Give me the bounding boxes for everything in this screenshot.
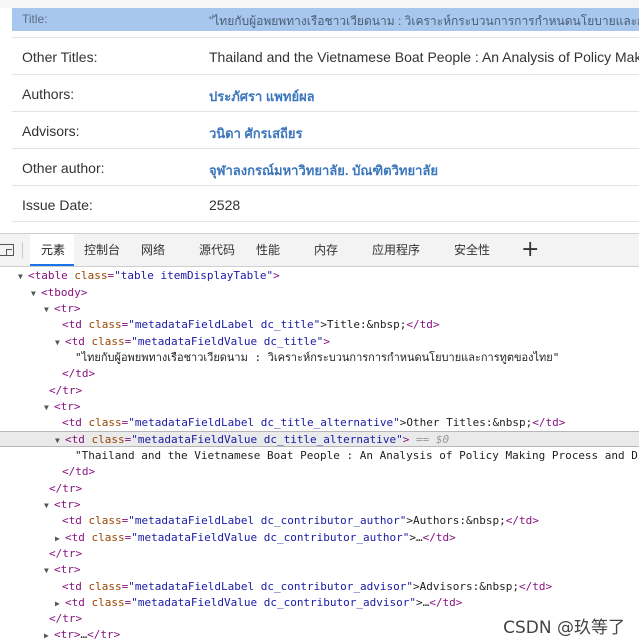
- tab-memory[interactable]: 内存: [314, 234, 338, 266]
- field-label: Authors:: [22, 86, 75, 102]
- field-label: Advisors:: [22, 123, 80, 139]
- metadata-row-issue-date: Issue Date: 2528: [12, 185, 639, 222]
- dom-text-node[interactable]: "Thailand and the Vietnamese Boat People…: [0, 448, 639, 464]
- expand-arrow-icon[interactable]: ▼: [44, 498, 54, 513]
- dom-node-table[interactable]: ▼ <table class="table itemDisplayTable">: [0, 268, 639, 284]
- tab-network[interactable]: 网络: [141, 234, 165, 266]
- expand-arrow-icon[interactable]: ▼: [55, 433, 65, 446]
- other-author-link[interactable]: จุฬาลงกรณ์มหาวิทยาลัย. บัณฑิตวิทยาลัย: [209, 160, 438, 181]
- dom-node-td-label[interactable]: <td class="metadataFieldLabel dc_title">…: [0, 317, 639, 333]
- metadata-row-advisors: Advisors: วนิดา ศักรเสถียร: [12, 111, 639, 148]
- dom-node-td-label[interactable]: <td class="metadataFieldLabel dc_title_a…: [0, 415, 639, 431]
- dom-close-tr: </tr>: [49, 482, 83, 495]
- dom-close-tr: </tr>: [49, 384, 83, 397]
- item-metadata-table: Title: "ไทยกับผู้อพยพทางเรือชาวเวียดนาม …: [0, 0, 639, 233]
- device-toggle-icon[interactable]: [0, 244, 14, 256]
- dom-node-tr[interactable]: ▼ <tr>: [0, 399, 639, 415]
- expand-arrow-icon[interactable]: ▼: [44, 302, 54, 317]
- dom-node-tr[interactable]: ▼ <tr>: [0, 497, 639, 513]
- metadata-row-authors: Authors: ประภัศรา แพทย์ผล: [12, 74, 639, 111]
- tab-application[interactable]: 应用程序: [372, 234, 420, 266]
- field-label: Title:: [22, 12, 48, 26]
- dom-node-td-label[interactable]: <td class="metadataFieldLabel dc_contrib…: [0, 513, 639, 529]
- dom-text-node[interactable]: "ไทยกับผู้อพยพทางเรือชาวเวียดนาม : วิเคร…: [0, 350, 639, 366]
- tab-console[interactable]: 控制台: [84, 234, 120, 266]
- page-top-strip: [0, 0, 639, 8]
- dom-close-td: </td>: [62, 367, 96, 380]
- dom-node-td-value-collapsed[interactable]: ▶ <td class="metadataFieldValue dc_contri…: [0, 595, 639, 611]
- dom-close-td: </td>: [62, 465, 96, 478]
- advisor-link[interactable]: วนิดา ศักรเสถียร: [209, 123, 303, 144]
- dom-node-tr[interactable]: ▼ <tr>: [0, 562, 639, 578]
- add-tab-button[interactable]: +: [521, 236, 539, 264]
- collapse-arrow-icon[interactable]: ▶: [55, 531, 65, 546]
- expand-arrow-icon[interactable]: ▼: [18, 269, 28, 284]
- field-label: Other Titles:: [22, 49, 98, 65]
- collapse-arrow-icon[interactable]: ▶: [55, 596, 65, 611]
- toolbar-divider: [22, 242, 23, 258]
- tab-security[interactable]: 安全性: [454, 234, 490, 266]
- dom-node-tbody[interactable]: ▼ <tbody>: [0, 285, 639, 301]
- field-value: Thailand and the Vietnamese Boat People …: [209, 49, 639, 65]
- elements-dom-tree: ▼ <table class="table itemDisplayTable"> …: [0, 268, 639, 642]
- metadata-row-other-titles: Other Titles: Thailand and the Vietnames…: [12, 37, 639, 74]
- field-label: Issue Date:: [22, 197, 93, 213]
- field-label: Other author:: [22, 160, 105, 176]
- devtools-toolbar: 元素 控制台 网络 源代码 性能 内存 应用程序 安全性 +: [0, 233, 639, 267]
- dom-node-td-value[interactable]: ▼ <td class="metadataFieldValue dc_title"…: [0, 334, 639, 350]
- dom-node-tr[interactable]: ▼ <tr>: [0, 301, 639, 317]
- metadata-row-other-author: Other author: จุฬาลงกรณ์มหาวิทยาลัย. บัณ…: [12, 148, 639, 185]
- dom-node-td-value-collapsed[interactable]: ▶ <td class="metadataFieldValue dc_contri…: [0, 530, 639, 546]
- field-value: "ไทยกับผู้อพยพทางเรือชาวเวียดนาม : วิเคร…: [209, 14, 639, 28]
- expand-arrow-icon[interactable]: ▼: [44, 400, 54, 415]
- collapse-arrow-icon[interactable]: ▶: [44, 628, 54, 642]
- expand-arrow-icon[interactable]: ▼: [31, 286, 41, 301]
- dom-node-td-value-selected[interactable]: ▼ <td class="metadataFieldValue dc_title_…: [0, 431, 639, 447]
- field-value: 2528: [209, 197, 241, 213]
- expand-arrow-icon[interactable]: ▼: [44, 563, 54, 578]
- author-link[interactable]: ประภัศรา แพทย์ผล: [209, 86, 315, 107]
- dom-close-tr: </tr>: [49, 547, 83, 560]
- tab-elements[interactable]: 元素: [30, 234, 74, 266]
- expand-arrow-icon[interactable]: ▼: [55, 335, 65, 350]
- tab-sources[interactable]: 源代码: [199, 234, 235, 266]
- dom-node-td-label[interactable]: <td class="metadataFieldLabel dc_contrib…: [0, 579, 639, 595]
- metadata-row-title: Title: "ไทยกับผู้อพยพทางเรือชาวเวียดนาม …: [12, 8, 639, 31]
- tab-performance[interactable]: 性能: [256, 234, 280, 266]
- csdn-watermark: CSDN @玖等了: [503, 618, 625, 638]
